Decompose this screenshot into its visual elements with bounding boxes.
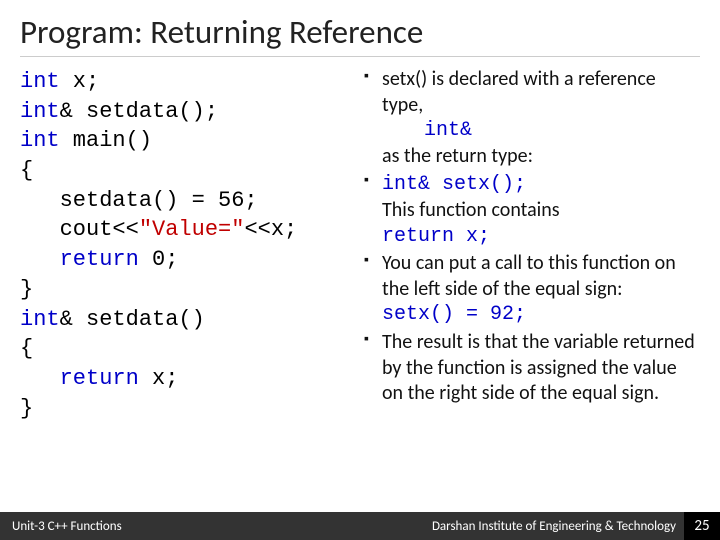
- code-text: setdata() = 56;: [20, 188, 258, 213]
- code-text: & setdata();: [60, 99, 218, 124]
- bullet-item: setx() is declared with a reference type…: [364, 67, 700, 169]
- code-text: }: [20, 277, 33, 302]
- keyword: return: [60, 247, 139, 272]
- code-text: }: [20, 396, 33, 421]
- bullet-text: as the return type:: [382, 144, 700, 170]
- slide: Program: Returning Reference int x; int&…: [0, 0, 720, 540]
- bullet-item: You can put a call to this function on t…: [364, 251, 700, 328]
- inline-code: int& setx();: [382, 173, 526, 196]
- bullet-text: You can put a call to this function on t…: [382, 251, 676, 301]
- code-text: [20, 247, 60, 272]
- bullet-column: setx() is declared with a reference type…: [364, 67, 700, 423]
- page-number: 25: [684, 512, 720, 540]
- keyword: return: [60, 366, 139, 391]
- bullet-item: The result is that the variable returned…: [364, 330, 700, 407]
- keyword: int: [20, 307, 60, 332]
- code-text: x;: [139, 366, 179, 391]
- slide-title: Program: Returning Reference: [20, 12, 700, 57]
- content-row: int x; int& setdata(); int main() { setd…: [20, 67, 700, 423]
- keyword: int: [20, 99, 60, 124]
- bullet-text: setx() is declared with a reference type…: [382, 67, 656, 117]
- inline-code: return x;: [382, 224, 700, 250]
- inline-code: setx() = 92;: [382, 302, 700, 328]
- keyword: int: [20, 69, 60, 94]
- footer-left: Unit-3 C++ Functions: [12, 519, 122, 534]
- footer-bar: Unit-3 C++ Functions Darshan Institute o…: [0, 512, 720, 540]
- inline-code: int&: [382, 118, 700, 144]
- code-text: {: [20, 158, 33, 183]
- string-literal: "Value=": [139, 217, 245, 242]
- code-column: int x; int& setdata(); int main() { setd…: [20, 67, 350, 423]
- code-text: cout<<: [20, 217, 139, 242]
- code-text: <<x;: [244, 217, 297, 242]
- code-text: & setdata(): [60, 307, 205, 332]
- code-text: {: [20, 336, 33, 361]
- keyword: int: [20, 128, 60, 153]
- bullet-text: This function contains: [382, 198, 700, 224]
- footer-right: Darshan Institute of Engineering & Techn…: [432, 512, 708, 540]
- footer-institute: Darshan Institute of Engineering & Techn…: [432, 519, 676, 534]
- code-block: int x; int& setdata(); int main() { setd…: [20, 67, 350, 423]
- bullet-item: int& setx(); This function contains retu…: [364, 171, 700, 249]
- code-text: x;: [60, 69, 100, 94]
- code-text: main(): [60, 128, 152, 153]
- bullet-text: The result is that the variable returned…: [382, 330, 695, 405]
- code-text: 0;: [139, 247, 179, 272]
- bullet-list: setx() is declared with a reference type…: [364, 67, 700, 407]
- code-text: [20, 366, 60, 391]
